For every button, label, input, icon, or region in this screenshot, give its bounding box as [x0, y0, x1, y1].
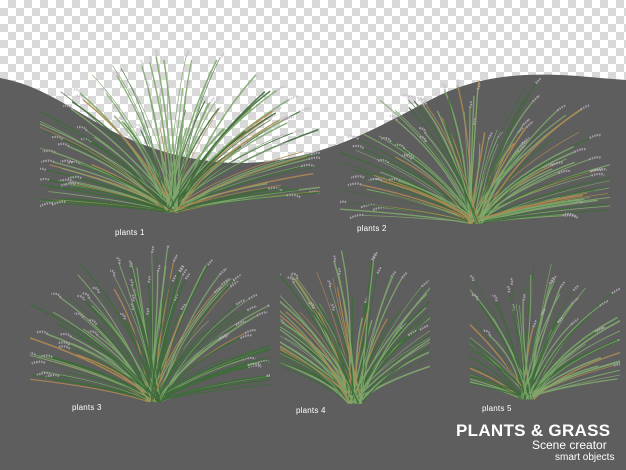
grass-clump-5 [470, 263, 620, 400]
product-tagline: smart objects [555, 452, 615, 463]
label-plants-2: plants 2 [357, 224, 387, 233]
label-plants-3: plants 3 [72, 403, 102, 412]
scene-canvas: plants 1 plants 2 plants 3 plants 4 plan… [0, 0, 626, 470]
grass-clump-4 [280, 250, 430, 405]
label-plants-1: plants 1 [115, 228, 145, 237]
label-plants-5: plants 5 [482, 404, 512, 413]
grass-clump-1 [40, 49, 320, 214]
label-plants-4: plants 4 [296, 406, 326, 415]
grass-clump-2 [340, 76, 610, 225]
product-subtitle: Scene creator [532, 438, 607, 452]
grass-clump-3 [30, 245, 270, 403]
